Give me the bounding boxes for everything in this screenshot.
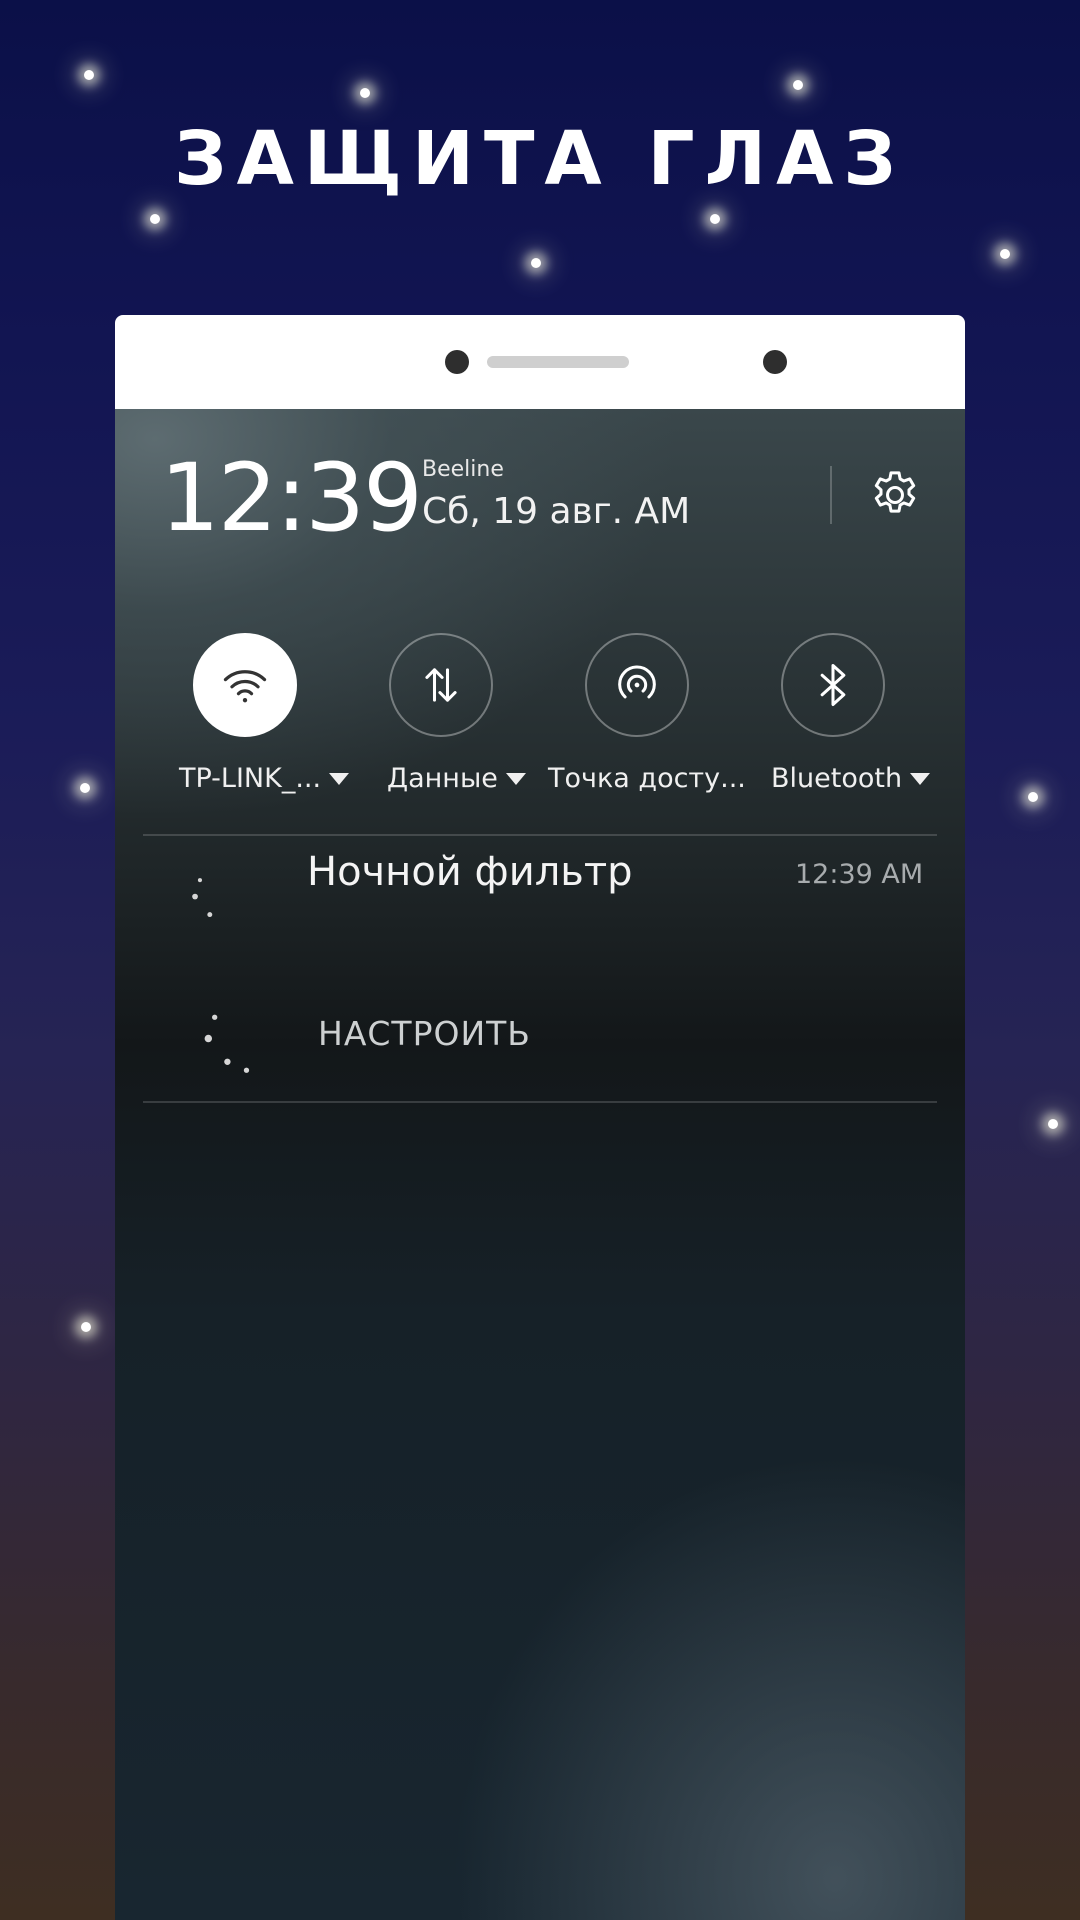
moon-icon: [204, 985, 277, 1073]
data-transfer-icon: [425, 668, 457, 702]
promo-headline: ЗАЩИТА ГЛАЗ: [174, 116, 906, 202]
mobile-data-toggle-label[interactable]: Данные: [387, 763, 526, 794]
star-decoration: [80, 783, 90, 793]
configure-button[interactable]: НАСТРОИТЬ: [318, 1014, 531, 1053]
star-decoration: [793, 80, 803, 90]
star-decoration: [84, 70, 94, 80]
wifi-icon: [223, 670, 267, 703]
bluetooth-toggle-label[interactable]: Bluetooth: [771, 763, 931, 794]
phone-speaker: [487, 356, 629, 368]
phone-mockup: 12:39 Beeline Сб, 19 авг. AM TP-LINK_...: [115, 315, 965, 1920]
bluetooth-label: Bluetooth: [771, 763, 903, 794]
star-decoration: [1048, 1119, 1058, 1129]
mobile-data-label: Данные: [387, 763, 498, 794]
star-decoration: [360, 88, 370, 98]
notification-time: 12:39 AM: [795, 859, 924, 890]
moon-icon: [192, 855, 248, 921]
star-decoration: [710, 214, 720, 224]
chevron-down-icon: [910, 772, 931, 785]
wifi-toggle[interactable]: [193, 633, 297, 737]
carrier-name: Beeline: [422, 457, 504, 482]
wifi-network-name: TP-LINK_...: [179, 763, 322, 794]
hotspot-label: Точка досту...: [548, 763, 746, 794]
phone-top-bezel: [115, 315, 965, 409]
bluetooth-icon: [820, 663, 846, 707]
status-clock: 12:39: [160, 444, 423, 553]
chevron-down-icon: [329, 772, 350, 785]
hotspot-toggle-label[interactable]: Точка досту...: [548, 763, 746, 794]
notification-shade: 12:39 Beeline Сб, 19 авг. AM TP-LINK_...: [115, 409, 965, 1920]
settings-gear-icon[interactable]: [867, 467, 923, 523]
mobile-data-toggle[interactable]: [389, 633, 493, 737]
bluetooth-toggle[interactable]: [781, 633, 885, 737]
chevron-down-icon: [505, 772, 526, 785]
star-decoration: [1000, 249, 1010, 259]
star-decoration: [1028, 792, 1038, 802]
hotspot-icon: [618, 665, 656, 699]
notification-divider: [143, 1101, 937, 1103]
header-divider: [830, 466, 832, 524]
star-decoration: [81, 1322, 91, 1332]
notification-title: Ночной фильтр: [307, 849, 633, 895]
star-decoration: [150, 214, 160, 224]
hotspot-toggle[interactable]: [585, 633, 689, 737]
phone-camera: [763, 350, 787, 374]
wifi-toggle-label[interactable]: TP-LINK_...: [179, 763, 350, 794]
phone-sensor: [445, 350, 469, 374]
toggles-divider: [143, 834, 937, 836]
status-date: Сб, 19 авг. AM: [422, 491, 691, 532]
star-decoration: [531, 258, 541, 268]
